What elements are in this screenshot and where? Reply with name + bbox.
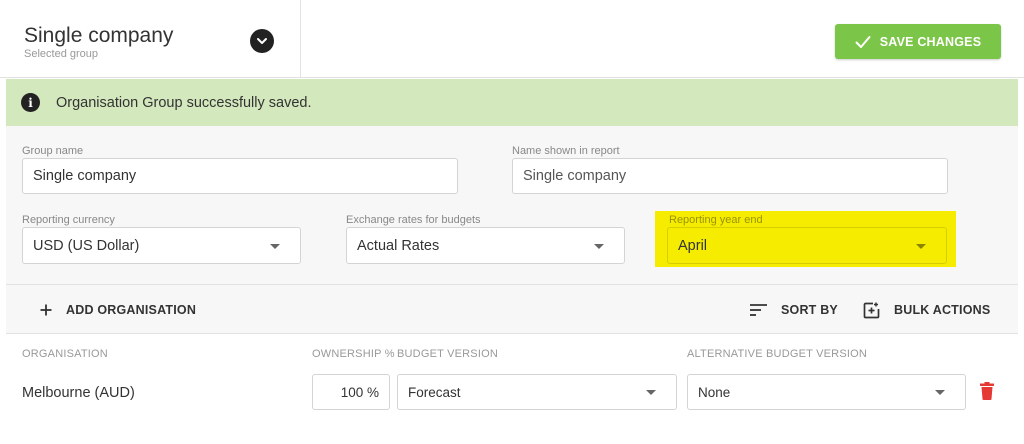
reporting-currency-select[interactable]: USD (US Dollar) — [22, 227, 301, 264]
page-header: Single company Selected group SAVE CHANG… — [0, 0, 1024, 78]
organisation-toolbar: ADD ORGANISATION SORT BY BULK ACTIONS — [6, 284, 1018, 334]
bulk-add-icon — [863, 302, 880, 318]
group-name-label: Group name — [22, 145, 84, 157]
column-header-ownership: OWNERSHIP % — [312, 348, 395, 360]
reporting-year-end-label: Reporting year end — [669, 214, 763, 226]
reporting-year-end-select[interactable]: April — [667, 227, 947, 264]
budget-version-value: Forecast — [408, 384, 461, 400]
sort-by-label: SORT BY — [781, 303, 838, 317]
add-organisation-label: ADD ORGANISATION — [66, 303, 197, 317]
column-header-alt-budget-version: ALTERNATIVE BUDGET VERSION — [687, 348, 868, 360]
caret-down-icon — [646, 390, 656, 395]
caret-down-icon — [270, 243, 280, 249]
name-in-report-label: Name shown in report — [512, 145, 620, 157]
column-header-organisation: ORGANISATION — [22, 348, 108, 360]
reporting-currency-value: USD (US Dollar) — [33, 237, 140, 254]
alt-budget-version-value: None — [698, 384, 731, 400]
plus-icon — [40, 304, 52, 316]
organisations-table: ORGANISATION OWNERSHIP % BUDGET VERSION … — [6, 334, 1018, 444]
bulk-actions-button[interactable]: BULK ACTIONS — [863, 285, 990, 335]
chevron-down-icon — [257, 38, 267, 44]
caret-down-icon — [916, 243, 926, 249]
exchange-rates-value: Actual Rates — [357, 237, 440, 254]
alert-message: Organisation Group successfully saved. — [56, 94, 312, 111]
bulk-actions-label: BULK ACTIONS — [894, 303, 991, 317]
check-icon — [855, 35, 871, 48]
success-alert: i Organisation Group successfully saved. — [6, 79, 1018, 126]
save-changes-label: SAVE CHANGES — [879, 34, 982, 49]
trash-icon[interactable] — [980, 382, 994, 400]
caret-down-icon — [594, 243, 604, 249]
sort-icon — [750, 304, 767, 316]
reporting-year-end-field: Reporting year end April — [655, 211, 956, 267]
alt-budget-version-select[interactable]: None — [687, 374, 966, 410]
name-in-report-input[interactable]: Single company — [512, 158, 948, 194]
save-changes-button[interactable]: SAVE CHANGES — [835, 24, 1001, 59]
add-organisation-button[interactable]: ADD ORGANISATION — [40, 285, 196, 335]
sort-by-button[interactable]: SORT BY — [750, 285, 838, 335]
organisation-name: Melbourne (AUD) — [22, 385, 135, 401]
ownership-input[interactable]: 100 % — [312, 374, 390, 410]
group-title: Single company — [24, 24, 174, 47]
group-subtitle: Selected group — [24, 48, 98, 60]
caret-down-icon — [935, 390, 945, 395]
budget-version-select[interactable]: Forecast — [397, 374, 677, 410]
group-dropdown-button[interactable] — [250, 29, 274, 53]
reporting-currency-label: Reporting currency — [22, 214, 115, 226]
group-name-input[interactable]: Single company — [22, 158, 458, 194]
exchange-rates-select[interactable]: Actual Rates — [346, 227, 625, 264]
exchange-rates-label: Exchange rates for budgets — [346, 214, 481, 226]
reporting-year-end-value: April — [678, 237, 708, 254]
group-selector[interactable]: Single company Selected group — [6, 0, 301, 78]
info-icon: i — [21, 93, 40, 112]
column-header-budget-version: BUDGET VERSION — [397, 348, 499, 360]
